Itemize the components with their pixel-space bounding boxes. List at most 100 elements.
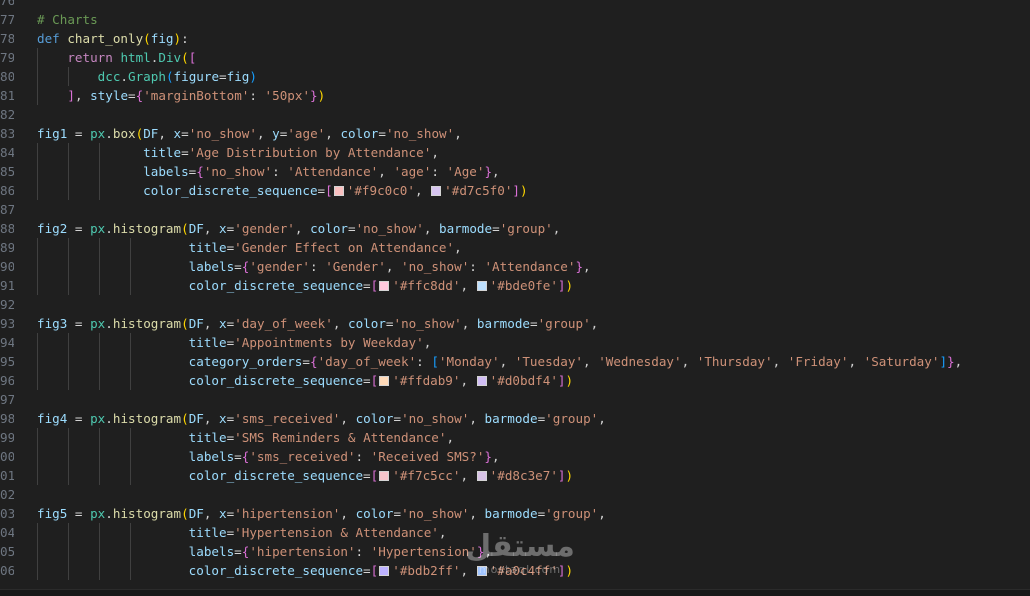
line-number: 85: [0, 164, 14, 179]
code-token: '#d0bdf4': [489, 373, 558, 388]
indent-guide: [37, 67, 38, 86]
code-line[interactable]: title='Hypertension & Attendance',: [37, 523, 1030, 542]
code-line[interactable]: color_discrete_sequence=['#f9c0c0', '#d7…: [37, 181, 1030, 200]
code-token: '#ffdab9': [392, 373, 461, 388]
code-token: ,: [438, 525, 447, 540]
code-token: DF: [143, 126, 159, 141]
color-swatch-icon[interactable]: [476, 471, 487, 481]
color-swatch-icon[interactable]: [379, 281, 390, 291]
code-line[interactable]: fig3 = px.histogram(DF, x = 'day_of_week',…: [37, 314, 1030, 333]
code-line[interactable]: category_orders={'day_of_week': ['Monday…: [37, 352, 1030, 371]
color-swatch-icon[interactable]: [379, 566, 390, 576]
indent-guide: [37, 371, 38, 390]
code-token: style: [90, 88, 129, 103]
code-token: px: [90, 221, 106, 236]
code-token: ]: [557, 373, 566, 388]
color-swatch-icon[interactable]: [476, 281, 487, 291]
indent-guide: [68, 523, 69, 542]
code-token: 'day_of_week': [234, 316, 333, 331]
code-token: ): [565, 278, 574, 293]
color-swatch-icon[interactable]: [379, 376, 390, 386]
code-token: 'group': [545, 411, 599, 426]
indent-guide: [130, 276, 131, 295]
indent-guide: [37, 276, 38, 295]
code-line[interactable]: color_discrete_sequence=['#ffdab9', '#d0…: [37, 371, 1030, 390]
code-line[interactable]: labels={'no_show': 'Attendance', 'age': …: [37, 162, 1030, 181]
code-token: =: [530, 316, 538, 331]
code-line[interactable]: [37, 295, 1030, 314]
code-token: ,: [431, 145, 439, 160]
code-token: 'no_show': [401, 506, 470, 521]
code-line[interactable]: [37, 0, 1030, 10]
code-line[interactable]: title='Appointments by Weekday',: [37, 333, 1030, 352]
code-token: ,: [340, 411, 356, 426]
code-token: ): [173, 31, 182, 46]
code-line[interactable]: color_discrete_sequence=['#ffc8dd', '#bd…: [37, 276, 1030, 295]
code-token: =: [128, 88, 136, 103]
code-line[interactable]: title='SMS Reminders & Attendance',: [37, 428, 1030, 447]
code-line[interactable]: [37, 485, 1030, 504]
code-token: histogram: [112, 221, 182, 236]
code-line[interactable]: [37, 200, 1030, 219]
indent-guide: [99, 257, 100, 276]
code-token: [: [370, 468, 379, 483]
code-line[interactable]: dcc.Graph(figure=fig): [37, 67, 1030, 86]
line-number: 00: [0, 449, 14, 464]
color-swatch-icon[interactable]: [379, 471, 390, 481]
code-line[interactable]: labels={'sms_received': 'Received SMS?'}…: [37, 447, 1030, 466]
code-line[interactable]: title='Gender Effect on Attendance',: [37, 238, 1030, 257]
code-line[interactable]: labels={'hipertension': 'Hypertension'},: [37, 542, 1030, 561]
code-line[interactable]: def chart_only(fig):: [37, 29, 1030, 48]
code-token: def: [37, 31, 60, 46]
code-token: barmode: [484, 411, 538, 426]
color-swatch-icon[interactable]: [476, 376, 487, 386]
indent-guide: [99, 162, 100, 181]
code-line[interactable]: labels={'gender': 'Gender', 'no_show': '…: [37, 257, 1030, 276]
code-token: 'day_of_week': [317, 354, 417, 369]
code-line[interactable]: fig1 = px.box(DF, x='no_show', y='age', …: [37, 124, 1030, 143]
color-swatch-icon[interactable]: [333, 186, 344, 196]
code-line[interactable]: return html.Div([: [37, 48, 1030, 67]
code-line[interactable]: # Charts: [37, 10, 1030, 29]
code-line[interactable]: [37, 105, 1030, 124]
code-token: ,: [378, 164, 394, 179]
code-editor[interactable]: 76 77 78 79 80 81 82 83 84 85 86 87 88 89 90 91 92 93 94 95…: [0, 0, 1030, 596]
code-area[interactable]: # Charts def chart_only(fig): return html…: [37, 0, 1030, 580]
code-token: =: [234, 449, 242, 464]
code-line[interactable]: ], style={'marginBottom': '50px'}): [37, 86, 1030, 105]
color-swatch-icon[interactable]: [431, 186, 442, 196]
code-token: [: [188, 50, 197, 65]
code-token: 'gender': [234, 221, 295, 236]
code-token: ,: [469, 506, 485, 521]
code-token: 'Gender Effect on Attendance': [234, 240, 455, 255]
code-token: =: [492, 221, 500, 236]
code-token: ,: [598, 411, 606, 426]
code-token: 'sms_received': [249, 449, 356, 464]
code-token: ]: [512, 183, 520, 198]
code-token: ,: [598, 506, 606, 521]
line-number-gutter: 76 77 78 79 80 81 82 83 84 85 86 87 88 89 90 91 92 93 94 95…: [0, 0, 14, 580]
code-token: ,: [954, 354, 963, 369]
code-token: ,: [460, 468, 476, 483]
code-line[interactable]: fig5 = px.histogram(DF, x = 'hipertension'…: [37, 504, 1030, 523]
code-token: labels: [143, 164, 189, 179]
code-token: fig3: [37, 316, 68, 331]
code-token: y: [272, 126, 280, 141]
code-line[interactable]: color_discrete_sequence=['#bdb2ff', '#a0…: [37, 561, 1030, 580]
code-line[interactable]: color_discrete_sequence=['#f7c5cc', '#d8…: [37, 466, 1030, 485]
code-token: 'group': [537, 316, 591, 331]
code-line[interactable]: fig2 = px.histogram(DF, x = 'gender', colo…: [37, 219, 1030, 238]
indent-guide: [68, 542, 69, 561]
color-swatch-icon[interactable]: [476, 566, 487, 576]
code-token: [: [431, 354, 439, 369]
code-line[interactable]: fig4 = px.histogram(DF, x = 'sms_received'…: [37, 409, 1030, 428]
code-line[interactable]: title='Age Distribution by Attendance',: [37, 143, 1030, 162]
code-line[interactable]: [37, 390, 1030, 409]
code-token: =: [363, 563, 371, 578]
line-number: 04: [0, 525, 14, 540]
code-token: :: [249, 88, 265, 103]
line-number: 94: [0, 335, 14, 350]
